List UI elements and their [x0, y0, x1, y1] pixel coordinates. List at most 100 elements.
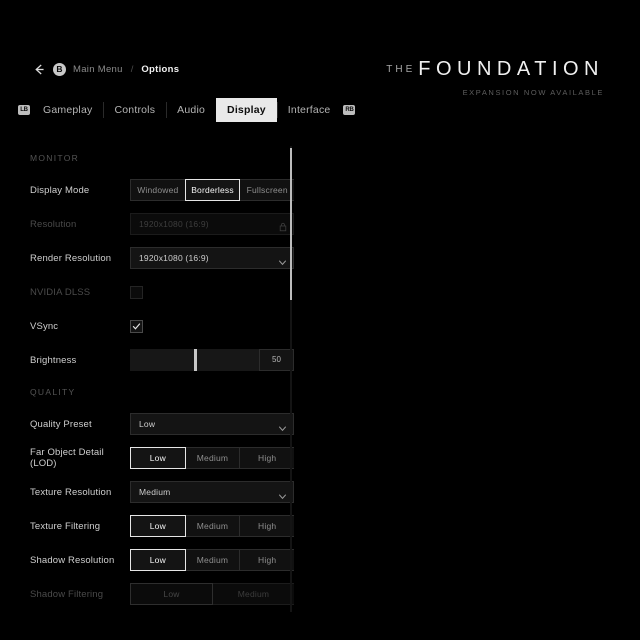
setting-control-quality-preset: Low	[130, 413, 294, 435]
setting-label-resolution: Resolution	[30, 218, 77, 230]
setting-control-brightness: 50	[130, 349, 294, 371]
segmented-display-mode: Windowed Borderless Fullscreen	[130, 179, 294, 201]
brand-name: FOUNDATION	[418, 58, 604, 80]
slider-track-brightness[interactable]	[130, 349, 259, 371]
segmented-shadow-resolution: Low Medium High	[130, 549, 294, 571]
gamepad-b-button-icon[interactable]: B	[53, 62, 66, 76]
setting-label-render-resolution: Render Resolution	[30, 252, 112, 264]
segment-far-object-detail-medium[interactable]: Medium	[184, 447, 241, 469]
setting-row-quality-preset: Quality Preset Low	[16, 407, 294, 441]
lock-icon	[279, 219, 287, 232]
setting-label-shadow-resolution: Shadow Resolution	[30, 554, 115, 566]
dropdown-quality-preset[interactable]: Low	[130, 413, 294, 435]
brand-title: THE FOUNDATION	[386, 58, 604, 81]
brand-subtitle: EXPANSION NOW AVAILABLE	[462, 88, 604, 97]
setting-control-shadow-resolution: Low Medium High	[130, 549, 294, 571]
tab-interface[interactable]: Interface	[276, 98, 342, 122]
setting-control-vsync	[130, 315, 294, 337]
breadcrumb-current: Options	[141, 63, 180, 75]
tab-audio[interactable]: Audio	[166, 98, 216, 122]
tab-gameplay[interactable]: Gameplay	[32, 98, 103, 122]
chevron-down-icon	[278, 254, 287, 265]
segment-texture-filtering-high[interactable]: High	[239, 515, 294, 537]
setting-label-texture-resolution: Texture Resolution	[30, 486, 112, 498]
setting-control-render-resolution: 1920x1080 (16:9)	[130, 247, 294, 269]
segmented-far-object-detail: Low Medium High	[130, 447, 294, 469]
segment-display-mode-windowed[interactable]: Windowed	[130, 179, 186, 201]
segment-shadow-resolution-low[interactable]: Low	[130, 549, 186, 571]
setting-label-shadow-filtering: Shadow Filtering	[30, 588, 104, 600]
setting-row-texture-filtering: Texture Filtering Low Medium High	[16, 509, 294, 543]
rb-bumper-icon: RB	[343, 105, 356, 115]
dropdown-value-resolution: 1920x1080 (16:9)	[139, 219, 209, 229]
setting-control-nvidia-dlss	[130, 281, 294, 303]
checkbox-vsync[interactable]	[130, 319, 143, 333]
dropdown-value-render-resolution: 1920x1080 (16:9)	[139, 253, 209, 263]
segment-texture-filtering-medium[interactable]: Medium	[184, 515, 241, 537]
dropdown-resolution: 1920x1080 (16:9)	[130, 213, 294, 235]
segment-shadow-resolution-high[interactable]: High	[239, 549, 294, 571]
tab-display[interactable]: Display	[216, 98, 277, 122]
setting-label-far-object-detail: Far Object Detail (LOD)	[30, 447, 104, 469]
setting-row-resolution: Resolution 1920x1080 (16:9)	[16, 207, 294, 241]
setting-row-far-object-detail: Far Object Detail (LOD) Low Medium High	[16, 441, 294, 475]
setting-row-brightness: Brightness 50	[16, 343, 294, 377]
lb-bumper-icon: LB	[18, 105, 30, 115]
setting-row-nvidia-dlss: NVIDIA DLSS	[16, 275, 294, 309]
setting-control-resolution: 1920x1080 (16:9)	[130, 213, 294, 235]
section-header-quality: QUALITY	[30, 387, 76, 397]
setting-label-nvidia-dlss: NVIDIA DLSS	[30, 286, 91, 298]
setting-label-quality-preset: Quality Preset	[30, 418, 92, 430]
settings-panel: MONITOR Display Mode Windowed Borderless Ful…	[16, 145, 294, 640]
setting-row-texture-resolution: Texture Resolution Medium	[16, 475, 294, 509]
options-screen: B Main Menu / Options LB Gameplay Contro…	[0, 0, 640, 640]
setting-label-vsync: VSync	[30, 320, 59, 332]
slider-value-brightness: 50	[259, 349, 294, 371]
brand-prefix: THE	[386, 64, 416, 75]
setting-control-texture-filtering: Low Medium High	[130, 515, 294, 537]
setting-control-far-object-detail: Low Medium High	[130, 447, 294, 469]
section-header-monitor: MONITOR	[30, 153, 80, 163]
checkbox-nvidia-dlss	[130, 285, 143, 299]
settings-scrollbar-thumb[interactable]	[290, 148, 292, 300]
slider-thumb-brightness[interactable]	[193, 349, 197, 371]
segment-shadow-filtering-low: Low	[130, 583, 213, 605]
segment-display-mode-borderless[interactable]: Borderless	[184, 179, 241, 201]
setting-label-brightness: Brightness	[30, 354, 77, 366]
setting-control-display-mode: Windowed Borderless Fullscreen	[130, 179, 294, 201]
chevron-down-icon	[278, 488, 287, 499]
tab-bar: LB Gameplay Controls Audio Display Inter…	[16, 98, 357, 122]
setting-row-render-resolution: Render Resolution 1920x1080 (16:9)	[16, 241, 294, 275]
back-arrow-icon[interactable]	[33, 63, 46, 76]
chevron-down-icon	[278, 420, 287, 431]
segment-texture-filtering-low[interactable]: Low	[130, 515, 186, 537]
breadcrumb-parent[interactable]: Main Menu	[73, 64, 123, 75]
setting-label-display-mode: Display Mode	[30, 184, 90, 196]
slider-brightness: 50	[130, 349, 294, 371]
dropdown-texture-resolution[interactable]: Medium	[130, 481, 294, 503]
segment-far-object-detail-high[interactable]: High	[239, 447, 294, 469]
setting-row-shadow-filtering: Shadow Filtering Low Medium	[16, 577, 294, 611]
setting-row-shadow-resolution: Shadow Resolution Low Medium High	[16, 543, 294, 577]
tab-controls[interactable]: Controls	[103, 98, 166, 122]
segment-far-object-detail-low[interactable]: Low	[130, 447, 186, 469]
breadcrumb-separator: /	[130, 63, 134, 75]
game-brand-logo: THE FOUNDATION EXPANSION NOW AVAILABLE	[386, 58, 604, 97]
segmented-shadow-filtering: Low Medium	[130, 583, 294, 605]
dropdown-value-quality-preset: Low	[139, 419, 156, 429]
breadcrumb: B Main Menu / Options	[33, 61, 179, 77]
setting-row-display-mode: Display Mode Windowed Borderless Fullscreen	[16, 173, 294, 207]
setting-control-texture-resolution: Medium	[130, 481, 294, 503]
segment-shadow-resolution-medium[interactable]: Medium	[184, 549, 241, 571]
settings-scrollbar-track[interactable]	[290, 146, 292, 612]
setting-label-texture-filtering: Texture Filtering	[30, 520, 101, 532]
setting-control-shadow-filtering: Low Medium	[130, 583, 294, 605]
right-bumper-hint[interactable]: RB	[341, 98, 357, 122]
settings-list: MONITOR Display Mode Windowed Borderless Ful…	[16, 153, 294, 611]
left-bumper-hint[interactable]: LB	[16, 98, 32, 122]
segmented-texture-filtering: Low Medium High	[130, 515, 294, 537]
dropdown-render-resolution[interactable]: 1920x1080 (16:9)	[130, 247, 294, 269]
segment-display-mode-fullscreen[interactable]: Fullscreen	[239, 179, 294, 201]
setting-row-vsync: VSync	[16, 309, 294, 343]
segment-shadow-filtering-medium: Medium	[212, 583, 294, 605]
